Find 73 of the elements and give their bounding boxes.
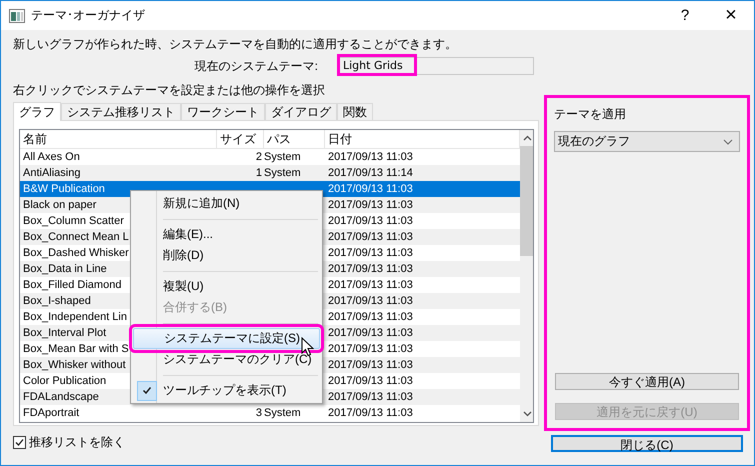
checkbox-label: 推移リストを除く [29, 434, 125, 451]
table-cell: 2017/09/13 11:03 [328, 183, 413, 195]
table-cell: 2017/09/13 11:03 [328, 151, 413, 163]
table-cell: 2017/09/13 11:03 [328, 215, 413, 227]
table-cell[interactable]: FDAportrait [23, 407, 80, 419]
table-cell[interactable]: Black on paper [23, 199, 96, 211]
tab[interactable]: ダイアログ [265, 103, 337, 120]
table-cell[interactable]: All Axes On [23, 151, 80, 163]
table-cell[interactable]: AntiAliasing [23, 167, 80, 179]
intro-text: 新しいグラフが作られた時、システムテーマを自動的に適用することができます。 [13, 36, 458, 52]
table-cell: 2017/09/13 11:03 [328, 327, 413, 339]
apply-button[interactable]: 今すぐ適用(A) [555, 373, 739, 390]
table-cell[interactable]: FDALandscape [23, 391, 99, 403]
close-button[interactable]: × [708, 1, 754, 30]
table-cell: 2017/09/13 11:03 [328, 263, 413, 275]
table-cell[interactable]: Box_Interval Plot [23, 327, 106, 339]
menu-item[interactable]: 複製(U) [133, 276, 320, 297]
table-cell: System [264, 151, 301, 163]
current-theme-field: Light Grids [338, 57, 534, 75]
close-dialog-button[interactable]: 閉じる(C) [551, 435, 743, 452]
table-cell[interactable]: Box_Data in Line [23, 263, 107, 275]
table-cell: 2017/09/13 11:03 [328, 375, 413, 387]
checkbox[interactable] [13, 436, 26, 449]
scroll-down-icon[interactable] [523, 411, 532, 417]
table-cell: 2017/09/13 11:03 [328, 199, 413, 211]
table-cell[interactable]: Box_Whisker without [23, 359, 126, 371]
menu-item[interactable]: システムテーマのクリア(C) [133, 349, 320, 370]
tab[interactable]: グラフ [13, 102, 61, 121]
tab[interactable]: 関数 [337, 103, 373, 120]
table-cell: 2017/09/13 11:03 [328, 231, 413, 243]
panel-title: テーマを適用 [554, 106, 627, 123]
scroll-up-icon[interactable] [523, 135, 532, 141]
table-cell: 2017/09/13 11:03 [328, 407, 413, 419]
window-title: テーマ･オーガナイザ [31, 7, 145, 24]
table-cell: 2017/09/13 11:03 [328, 311, 413, 323]
help-button[interactable]: ? [662, 1, 708, 30]
table-cell[interactable]: Box_Independent Lin [23, 311, 127, 323]
table-cell: 2017/09/13 11:03 [328, 247, 413, 259]
table-cell[interactable]: Box_Connect Mean L [23, 231, 129, 243]
table-cell: 2017/09/13 11:03 [328, 391, 413, 403]
menu-item[interactable]: 編集(E)... [133, 224, 320, 245]
menu-item[interactable]: ツールチップを表示(T) [133, 380, 320, 401]
table-cell[interactable]: B&W Publication [23, 183, 105, 195]
table-cell[interactable]: Box_Column Scatter [23, 215, 124, 227]
table-cell: System [264, 167, 301, 179]
column-header[interactable]: 名前 [20, 130, 217, 148]
table-cell: 3 [256, 407, 262, 419]
table-cell[interactable]: Box_Dashed Whisker [23, 247, 129, 259]
table-cell[interactable]: Box_Filled Diamond [23, 279, 122, 291]
column-header[interactable]: パス [264, 130, 325, 148]
table-cell: 2017/09/13 11:14 [328, 167, 413, 179]
column-header[interactable]: サイズ [217, 130, 264, 148]
table-cell[interactable]: Box_I-shaped [23, 295, 91, 307]
table-cell: 2 [256, 151, 262, 163]
current-theme-label: 現在のシステムテーマ: [194, 58, 318, 74]
scrollbar[interactable] [520, 130, 533, 422]
table-cell: 2017/09/13 11:03 [328, 359, 413, 371]
table-cell: 2017/09/13 11:03 [328, 279, 413, 291]
table-cell[interactable]: Box_Mean Bar with S [23, 343, 129, 355]
app-icon [9, 8, 25, 22]
table-cell: 2017/09/13 11:03 [328, 295, 413, 307]
target-dropdown[interactable]: 現在のグラフ [554, 131, 740, 152]
check-icon [137, 380, 157, 400]
tab[interactable]: ワークシート [181, 103, 265, 120]
table-cell: 1 [256, 167, 262, 179]
tab[interactable]: システム推移リスト [61, 103, 181, 120]
menu-item[interactable]: 削除(D) [133, 245, 320, 266]
chevron-icon [723, 138, 733, 144]
menu-item[interactable]: 新規に追加(N) [133, 193, 320, 214]
table-cell: 2017/09/13 11:03 [328, 343, 413, 355]
table-cell: System [264, 407, 301, 419]
hint-text: 右クリックでシステムテーマを設定または他の操作を選択 [13, 82, 326, 98]
table-cell[interactable]: Color Publication [23, 375, 106, 387]
